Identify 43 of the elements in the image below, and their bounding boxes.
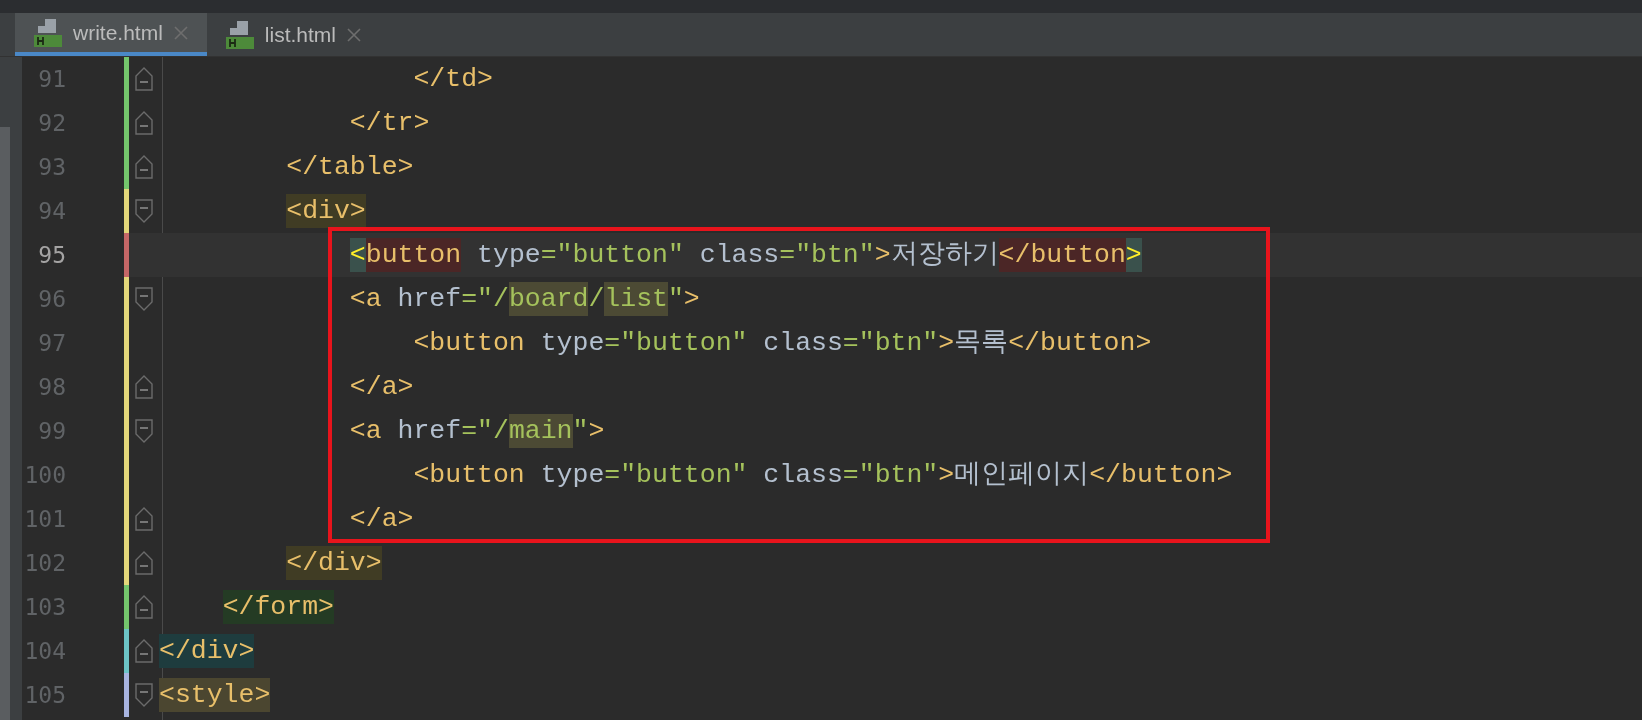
fold-icon[interactable] (135, 155, 153, 179)
line-number: 93 (37, 152, 66, 182)
line-number: 92 (37, 108, 66, 138)
fold-icon[interactable] (135, 199, 153, 223)
code-line: </a> (348, 503, 414, 536)
fold-icon[interactable] (135, 551, 153, 575)
fold-icon[interactable] (135, 507, 153, 531)
code-line: <a href="/board/list"> (348, 282, 700, 316)
code-line: </a> (348, 371, 414, 404)
fold-icon[interactable] (135, 639, 153, 663)
close-icon[interactable] (346, 26, 363, 43)
html-file-icon (224, 19, 255, 50)
line-number: 98 (37, 372, 66, 402)
line-number: 95 (37, 240, 66, 270)
line-number: 96 (37, 284, 66, 314)
html-file-icon (33, 17, 63, 48)
fold-icon[interactable] (135, 375, 153, 399)
scrollbar-thumb[interactable] (0, 127, 10, 720)
fold-icon[interactable] (135, 67, 153, 91)
line-number: 102 (23, 548, 66, 578)
code-line: <button type="button" class="btn">목록</button> (412, 327, 1152, 360)
fold-icon[interactable] (135, 419, 153, 443)
code-line: <button type="button" class="btn">메인페이지</button> (412, 459, 1233, 492)
line-number: 103 (23, 592, 66, 622)
code-line: <a href="/main"> (348, 414, 605, 448)
fold-icon[interactable] (135, 683, 153, 707)
line-number: 94 (37, 196, 66, 226)
file-tab[interactable]: list.html (206, 13, 381, 56)
fold-icon[interactable] (135, 595, 153, 619)
fold-icon[interactable] (135, 287, 153, 311)
code-line: </tr> (348, 107, 430, 140)
line-number: 99 (37, 416, 66, 446)
line-number: 91 (37, 64, 66, 94)
line-number: 105 (23, 680, 66, 710)
file-tab[interactable]: write.html (15, 13, 207, 56)
line-number: 101 (23, 504, 66, 534)
line-number: 97 (37, 328, 66, 358)
line-number: 104 (23, 636, 66, 666)
fold-icon[interactable] (135, 111, 153, 135)
line-number: 100 (23, 460, 66, 490)
code-line: </td> (412, 63, 493, 96)
code-line: </table> (285, 151, 414, 184)
code-line: <button type="button" class="btn">저장하기</button> (348, 238, 1142, 272)
